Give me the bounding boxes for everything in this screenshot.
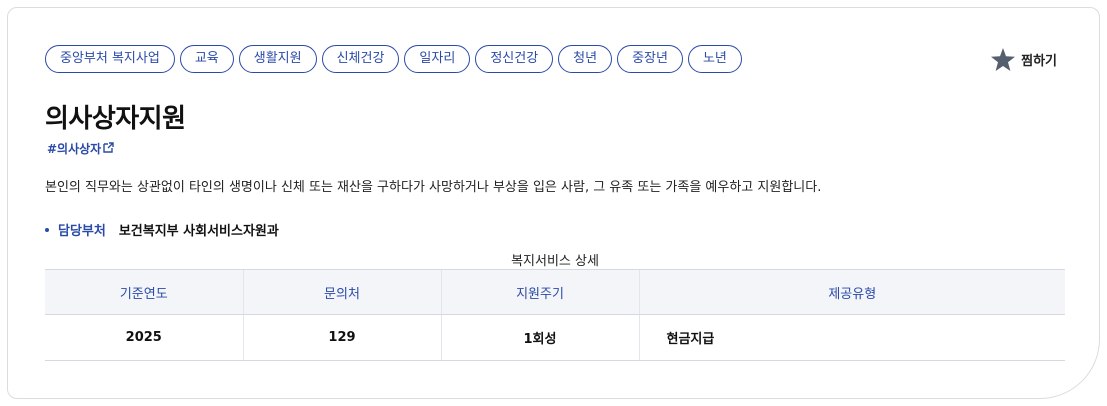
cell-contact: 129 (242, 314, 441, 361)
header-support-cycle: 지원주기 (440, 269, 639, 315)
table-row: 2025 129 1회성 현금지급 (45, 314, 1065, 361)
tag-physical-health[interactable]: 신체건강 (321, 45, 400, 73)
cell-support-cycle: 1회성 (440, 314, 639, 361)
table-header-row: 기준연도 문의처 지원주기 제공유형 (45, 269, 1065, 315)
page-title: 의사상자지원 (45, 104, 186, 134)
header-base-year: 기준연도 (45, 269, 243, 315)
tag-elderly[interactable]: 노년 (687, 45, 742, 73)
cell-provision-type: 현금지급 (638, 314, 1065, 361)
favorite-button[interactable]: 찜하기 (991, 48, 1057, 71)
tag-education[interactable]: 교육 (179, 45, 234, 73)
category-tags: 중앙부처 복지사업 교육 생활지원 신체건강 일자리 정신건강 청년 중장년 노… (45, 45, 742, 73)
department-value: 보건복지부 사회서비스자원과 (118, 224, 279, 239)
cell-base-year: 2025 (45, 314, 243, 361)
tag-central-welfare[interactable]: 중앙부처 복지사업 (45, 45, 175, 73)
external-link-icon (103, 141, 114, 156)
tag-jobs[interactable]: 일자리 (404, 45, 471, 73)
hashtag-link[interactable]: #의사상자 (47, 140, 114, 157)
header-provision-type: 제공유형 (638, 269, 1065, 315)
service-card: 중앙부처 복지사업 교육 생활지원 신체건강 일자리 정신건강 청년 중장년 노… (7, 7, 1100, 399)
department-info: 담당부처 보건복지부 사회서비스자원과 (45, 220, 279, 239)
table-caption: 복지서비스 상세 (511, 254, 599, 269)
hashtag-text: #의사상자 (47, 142, 102, 156)
tag-youth[interactable]: 청년 (558, 45, 613, 73)
department-label: 담당부처 (58, 224, 106, 239)
bullet-icon (45, 227, 49, 232)
favorite-label: 찜하기 (1021, 54, 1057, 69)
tag-living-support[interactable]: 생활지원 (238, 45, 317, 73)
service-description: 본인의 직무와는 상관없이 타인의 생명이나 신체 또는 재산을 구하다가 사망… (45, 180, 822, 195)
tag-middle-aged[interactable]: 중장년 (617, 45, 683, 73)
header-contact: 문의처 (242, 269, 441, 315)
star-icon (991, 48, 1016, 71)
tag-mental-health[interactable]: 정신건강 (475, 45, 554, 73)
service-detail-table: 기준연도 문의처 지원주기 제공유형 2025 129 1회성 현금지급 (45, 269, 1065, 361)
